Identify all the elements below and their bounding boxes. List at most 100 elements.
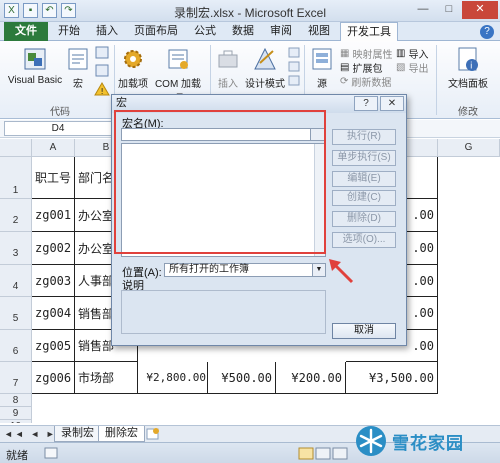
map-properties-item[interactable]: ▦ 映射属性	[340, 46, 392, 61]
expansion-packs-item[interactable]: ▤ 扩展包	[340, 60, 382, 75]
insert-control-button[interactable]: 插入	[212, 45, 244, 90]
macro-small-icons: !	[94, 46, 110, 96]
row-header[interactable]: 3	[0, 232, 32, 265]
column-header[interactable]: G	[438, 139, 500, 157]
tab-review[interactable]: 审阅	[264, 22, 298, 41]
modify-group-label: 修改	[458, 107, 478, 118]
addins-label: 加载项	[118, 79, 148, 90]
insert-sheet-icon[interactable]	[146, 428, 160, 440]
view-mode-icons[interactable]	[298, 447, 350, 460]
row-header[interactable]: 8	[0, 394, 32, 407]
options-button[interactable]: 选项(O)...	[332, 232, 396, 248]
delete-button[interactable]: 删除(D)	[332, 211, 396, 227]
ribbon-separator	[436, 45, 437, 115]
refresh-data-item[interactable]: ⟳ 刷新数据	[340, 74, 391, 89]
cell-a7[interactable]: zg006	[32, 362, 75, 394]
macro-list[interactable]	[121, 143, 326, 257]
refresh-icon: ⟳	[340, 76, 349, 87]
tab-formulas[interactable]: 公式	[188, 22, 222, 41]
export-item[interactable]: ▧ 导出	[396, 60, 428, 75]
minimize-button[interactable]: —	[410, 1, 436, 19]
chevron-down-icon[interactable]: ▼	[312, 264, 325, 276]
range-picker-icon[interactable]	[310, 129, 324, 140]
import-label: 导入	[408, 50, 429, 61]
sheet-tab-delete-macro[interactable]: 删除宏	[98, 426, 145, 442]
cell-a3[interactable]: zg002	[32, 232, 75, 265]
create-button[interactable]: 创建(C)	[332, 190, 396, 206]
document-panel-icon: i	[458, 47, 478, 72]
column-header[interactable]: A	[32, 139, 75, 157]
map-properties-icon: ▦	[340, 48, 350, 59]
run-button[interactable]: 执行(R)	[332, 129, 396, 145]
row-header[interactable]: 10	[0, 420, 32, 423]
location-select[interactable]: 所有打开的工作簿 ▼	[164, 263, 326, 277]
row-header[interactable]: 1	[0, 157, 32, 199]
description-box	[121, 290, 326, 334]
code-group-label: 代码	[50, 107, 70, 118]
cell-e7[interactable]: ¥200.00	[276, 362, 346, 394]
com-addins-icon	[168, 49, 188, 69]
row-header[interactable]: 9	[0, 407, 32, 420]
addins-button[interactable]: 加载项	[116, 45, 150, 90]
tab-insert[interactable]: 插入	[90, 22, 124, 41]
snowflake-logo-icon	[356, 426, 386, 456]
dialog-help-button[interactable]: ?	[354, 96, 378, 111]
tab-file[interactable]: 文件	[4, 22, 48, 41]
cell-a4[interactable]: zg003	[32, 265, 75, 297]
sheet-tab-record-macro[interactable]: 录制宏	[54, 426, 101, 442]
step-into-button[interactable]: 单步执行(S)	[332, 150, 396, 166]
location-value: 所有打开的工作簿	[169, 264, 249, 275]
title-bar: X ▪ ↶ ↷ 录制宏.xlsx - Microsoft Excel — □ ✕	[0, 0, 500, 22]
cell-a2[interactable]: zg001	[32, 199, 75, 232]
tab-developer[interactable]: 开发工具	[340, 22, 398, 42]
row-header[interactable]: 4	[0, 265, 32, 297]
close-button[interactable]: ✕	[462, 1, 498, 19]
macro-list-scrollbar[interactable]	[314, 144, 325, 256]
cell-a5[interactable]: zg004	[32, 297, 75, 330]
source-button[interactable]: 源	[308, 45, 336, 90]
export-label: 导出	[408, 64, 429, 75]
cell-c7[interactable]: ¥2,800.00	[138, 362, 208, 394]
svg-text:!: !	[101, 87, 104, 96]
ribbon-tabs: 文件 开始 插入 页面布局 公式 数据 审阅 视图 开发工具 ?	[0, 22, 500, 42]
dialog-close-button[interactable]: ✕	[380, 96, 404, 111]
tab-page-layout[interactable]: 页面布局	[128, 22, 184, 41]
cell-b7[interactable]: 市场部	[75, 362, 138, 394]
row-header[interactable]: 7	[0, 362, 32, 394]
design-mode-button[interactable]: 设计模式	[244, 45, 286, 90]
edit-button[interactable]: 编辑(E)	[332, 171, 396, 187]
cell-a6[interactable]: zg005	[32, 330, 75, 362]
macros-label: 宏	[73, 79, 83, 90]
help-icon[interactable]: ?	[480, 25, 494, 39]
tab-data[interactable]: 数据	[226, 22, 260, 41]
row-header[interactable]: 2	[0, 199, 32, 232]
cancel-button[interactable]: 取消	[332, 323, 396, 339]
cell-f7[interactable]: ¥3,500.00	[346, 362, 438, 394]
name-box[interactable]: D4	[4, 121, 112, 136]
export-icon: ▧	[396, 62, 406, 73]
xml-source-icon	[312, 48, 332, 70]
window-controls: — □ ✕	[410, 1, 498, 19]
macro-name-input[interactable]	[121, 128, 326, 141]
gear-icon	[124, 50, 142, 68]
document-panel-label: 文档面板	[448, 79, 488, 90]
visual-basic-button[interactable]: Visual Basic	[6, 45, 64, 86]
macro-record-icon[interactable]	[44, 447, 58, 459]
cell-d7[interactable]: ¥500.00	[208, 362, 276, 394]
tab-home[interactable]: 开始	[52, 22, 86, 41]
document-panel-button[interactable]: i 文档面板	[440, 45, 496, 90]
visual-basic-icon	[24, 48, 46, 70]
tab-view[interactable]: 视图	[302, 22, 336, 41]
row-header[interactable]: 6	[0, 330, 32, 362]
import-item[interactable]: ▥ 导入	[396, 46, 428, 61]
maximize-button[interactable]: □	[436, 1, 462, 19]
row-header[interactable]: 5	[0, 297, 32, 330]
map-properties-label: 映射属性	[352, 50, 393, 61]
import-icon: ▥	[396, 48, 406, 59]
toolbox-icon	[218, 50, 238, 68]
select-all-corner[interactable]	[0, 139, 32, 157]
dialog-title: 宏 ? ✕	[112, 95, 406, 113]
macro-icon	[68, 48, 88, 70]
cell-a1[interactable]: 职工号	[32, 157, 75, 199]
macros-button[interactable]: 宏	[66, 45, 90, 90]
